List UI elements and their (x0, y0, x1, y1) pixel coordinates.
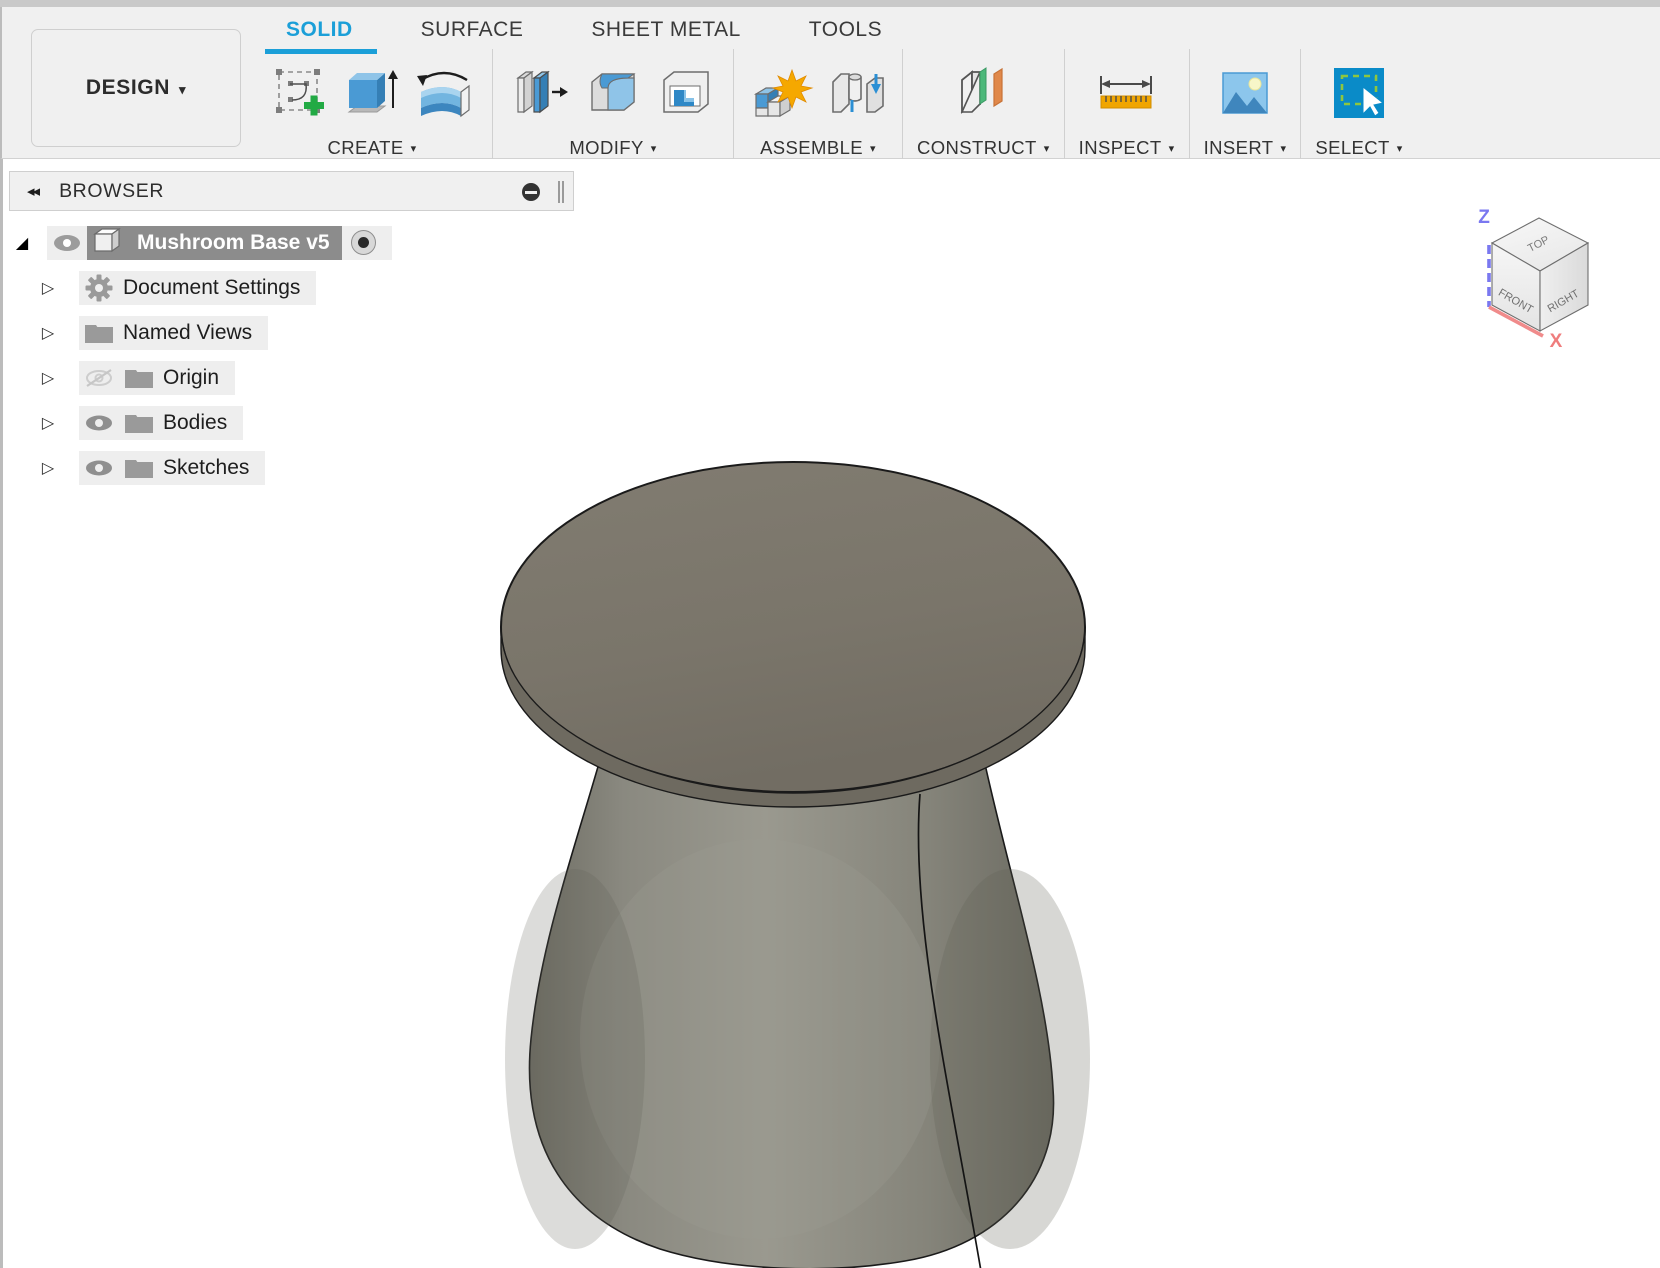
folder-icon (119, 456, 159, 480)
ribbon-panel-groups: CREATE ▾ (252, 49, 1417, 164)
tab-sheet-metal[interactable]: SHEET METAL (557, 15, 774, 45)
tree-label-named-views: Named Views (119, 321, 252, 345)
measure-icon[interactable] (1093, 60, 1161, 126)
tree-root-label: Mushroom Base v5 (133, 231, 330, 255)
chevron-down-icon: ▾ (179, 82, 186, 98)
extrude-icon[interactable] (338, 60, 406, 126)
folder-icon (119, 411, 159, 435)
tree-row-document-settings[interactable]: ▷ Document Settings (9, 265, 569, 310)
tab-surface-label: SURFACE (421, 18, 524, 41)
tree-row-origin-content: Origin (79, 361, 235, 395)
tree-row-named-views[interactable]: ▷ Named Views (9, 310, 569, 355)
tab-surface[interactable]: SURFACE (387, 15, 558, 45)
tree-row-root-content: Mushroom Base v5 (47, 226, 392, 260)
view-cube[interactable]: TOP FRONT RIGHT Z X (1422, 181, 1632, 391)
revolve-icon[interactable] (410, 60, 478, 126)
panel-modify: MODIFY ▾ (492, 49, 733, 164)
twist-collapsed-icon[interactable]: ▷ (35, 413, 61, 433)
visibility-eye-hidden-icon[interactable] (79, 368, 119, 388)
tab-solid-label: SOLID (286, 18, 353, 41)
tree-row-sketches-content: Sketches (79, 451, 265, 485)
ribbon-toolbar: DESIGN ▾ SOLID SURFACE SHEET METAL TOOLS (0, 7, 1660, 159)
new-component-icon[interactable] (748, 60, 816, 126)
model-stem-shadow-right (930, 869, 1090, 1249)
collapse-panel-icon[interactable]: ◂◂ (27, 182, 38, 200)
panel-create: CREATE ▾ (252, 49, 492, 164)
panel-insert: INSERT ▾ (1189, 49, 1301, 164)
canvas-left-border (0, 159, 3, 1268)
create-sketch-icon[interactable] (266, 60, 334, 126)
tree-row-origin[interactable]: ▷ Origin (9, 355, 569, 400)
tree-row-sketches[interactable]: ▷ Sketches (9, 445, 569, 490)
panel-assemble: ASSEMBLE ▾ (733, 49, 902, 164)
folder-icon (119, 366, 159, 390)
fillet-icon[interactable] (579, 60, 647, 126)
tree-row-named-views-content: Named Views (79, 316, 268, 350)
tab-tools-label: TOOLS (809, 18, 882, 41)
tree-label-origin: Origin (159, 366, 219, 390)
visibility-eye-icon[interactable] (47, 234, 87, 252)
chevron-down-icon: ▾ (870, 142, 876, 155)
ribbon-tab-bar: SOLID SURFACE SHEET METAL TOOLS (252, 15, 916, 51)
panel-resize-grip[interactable] (558, 181, 564, 203)
axis-x-label: X (1550, 331, 1563, 352)
tree-label-document-settings: Document Settings (119, 276, 300, 300)
chevron-down-icon: ▾ (1397, 142, 1403, 155)
folder-icon (79, 321, 119, 345)
tree-row-bodies[interactable]: ▷ Bodies (9, 400, 569, 445)
browser-title: BROWSER (59, 180, 164, 203)
chevron-down-icon: ▾ (411, 142, 417, 155)
joint-icon[interactable] (820, 60, 888, 126)
tree-label-sketches: Sketches (159, 456, 249, 480)
tree-row-document-settings-content: Document Settings (79, 271, 316, 305)
chevron-down-icon: ▾ (1044, 142, 1050, 155)
workspace-selector-design[interactable]: DESIGN ▾ (31, 29, 241, 147)
minimize-icon[interactable] (522, 183, 540, 201)
panel-select: SELECT ▾ (1300, 49, 1416, 164)
twist-collapsed-icon[interactable]: ▷ (35, 458, 61, 478)
tree-root-chip: Mushroom Base v5 (87, 226, 342, 260)
twist-collapsed-icon[interactable]: ▷ (35, 278, 61, 298)
twist-collapsed-icon[interactable]: ▷ (35, 368, 61, 388)
browser-panel-header: ◂◂ BROWSER (9, 171, 574, 211)
tab-tools[interactable]: TOOLS (775, 15, 916, 45)
press-pull-icon[interactable] (507, 60, 575, 126)
window-title-strip (0, 0, 1660, 7)
tree-label-bodies: Bodies (159, 411, 227, 435)
browser-tree: ◢ Mushro (9, 220, 569, 490)
tab-sheet-metal-label: SHEET METAL (591, 18, 740, 41)
tree-row-bodies-content: Bodies (79, 406, 243, 440)
tab-solid[interactable]: SOLID (252, 15, 387, 45)
twist-expanded-icon[interactable]: ◢ (9, 233, 35, 253)
visibility-eye-icon[interactable] (79, 459, 119, 477)
chevron-down-icon: ▾ (1280, 142, 1286, 155)
panel-construct: CONSTRUCT ▾ (902, 49, 1064, 164)
workspace-label: DESIGN (86, 76, 170, 99)
model-stem-shadow-left (505, 869, 645, 1249)
model-cap-top-face[interactable] (501, 462, 1085, 792)
visibility-eye-icon[interactable] (79, 414, 119, 432)
component-cube-icon (91, 225, 123, 260)
chevron-down-icon: ▾ (1169, 142, 1175, 155)
shell-icon[interactable] (651, 60, 719, 126)
tree-row-root[interactable]: ◢ Mushro (9, 220, 569, 265)
activate-component-radio[interactable] (351, 230, 376, 255)
gear-icon (79, 274, 119, 302)
panel-inspect: INSPECT ▾ (1064, 49, 1189, 164)
fusion360-window: DESIGN ▾ SOLID SURFACE SHEET METAL TOOLS (0, 0, 1660, 1268)
twist-collapsed-icon[interactable]: ▷ (35, 323, 61, 343)
select-window-icon[interactable] (1325, 60, 1393, 126)
axis-z-label: Z (1478, 207, 1490, 228)
offset-plane-icon[interactable] (949, 60, 1017, 126)
insert-image-icon[interactable] (1211, 60, 1279, 126)
chevron-down-icon: ▾ (651, 142, 657, 155)
